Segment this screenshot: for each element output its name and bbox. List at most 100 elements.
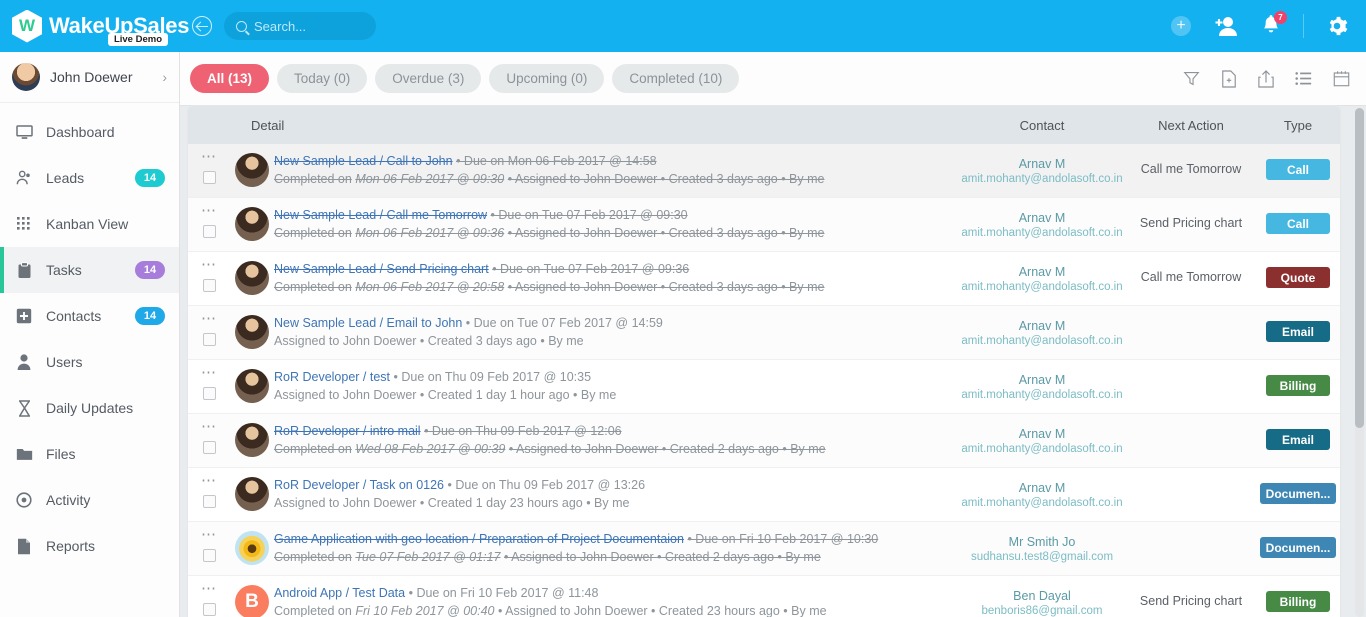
table-row[interactable]: ⋯ New Sample Lead / Call to John • Due o…: [188, 144, 1340, 198]
table-row[interactable]: ⋯ B Android App / Test Data • Due on Fri…: [188, 576, 1340, 617]
filter-funnel-icon[interactable]: [1183, 70, 1200, 87]
vertical-scrollbar[interactable]: [1355, 108, 1364, 617]
contact-email[interactable]: sudhansu.test8@gmail.com: [958, 550, 1126, 565]
contact-name[interactable]: Arnav M: [958, 372, 1126, 388]
task-title[interactable]: Android App / Test Data: [274, 586, 405, 600]
chevron-right-icon[interactable]: ›: [162, 69, 167, 85]
sidebar-item-reports[interactable]: Reports: [0, 523, 179, 569]
sidebar-item-dashboard[interactable]: Dashboard: [0, 109, 179, 155]
task-title[interactable]: RoR Developer / Task on 0126: [274, 478, 444, 492]
calendar-icon[interactable]: [1333, 70, 1350, 87]
type-badge[interactable]: Email: [1266, 429, 1330, 450]
row-checkbox[interactable]: [202, 549, 216, 562]
contact-cell[interactable]: Arnav M amit.mohanty@andolasoft.co.in: [958, 414, 1126, 467]
table-row[interactable]: ⋯ New Sample Lead / Email to John • Due …: [188, 306, 1340, 360]
table-row[interactable]: ⋯ RoR Developer / test • Due on Thu 09 F…: [188, 360, 1340, 414]
add-user-button[interactable]: [1213, 15, 1239, 37]
contact-email[interactable]: amit.mohanty@andolasoft.co.in: [958, 172, 1126, 187]
row-checkbox[interactable]: [202, 171, 216, 184]
type-badge[interactable]: Documen...: [1259, 483, 1337, 504]
sidebar-item-leads[interactable]: Leads 14: [0, 155, 179, 201]
row-menu-button[interactable]: ⋯: [201, 257, 217, 272]
add-document-icon[interactable]: [1221, 69, 1237, 88]
table-row[interactable]: ⋯ RoR Developer / intro mail • Due on Th…: [188, 414, 1340, 468]
share-upload-icon[interactable]: [1258, 69, 1274, 88]
contact-email[interactable]: benboris86@gmail.com: [958, 604, 1126, 617]
contact-email[interactable]: amit.mohanty@andolasoft.co.in: [958, 388, 1126, 403]
contact-email[interactable]: amit.mohanty@andolasoft.co.in: [958, 226, 1126, 241]
contact-cell[interactable]: Arnav M amit.mohanty@andolasoft.co.in: [958, 360, 1126, 413]
row-menu-button[interactable]: ⋯: [201, 419, 217, 434]
row-checkbox[interactable]: [202, 495, 216, 508]
type-badge[interactable]: Billing: [1266, 591, 1330, 612]
filter-chip-all[interactable]: All (13): [190, 64, 270, 93]
table-row[interactable]: ⋯ Game Application with geo location / P…: [188, 522, 1340, 576]
table-row[interactable]: ⋯ New Sample Lead / Call me Tomorrow • D…: [188, 198, 1340, 252]
contact-name[interactable]: Arnav M: [958, 264, 1126, 280]
filter-chip-today[interactable]: Today (0): [277, 64, 368, 93]
contact-cell[interactable]: Mr Smith Jo sudhansu.test8@gmail.com: [958, 522, 1126, 575]
row-menu-button[interactable]: ⋯: [201, 527, 217, 542]
notifications-button[interactable]: 7: [1261, 11, 1287, 37]
brand-logo-area[interactable]: WakeUpSales Live Demo: [0, 0, 189, 52]
contact-name[interactable]: Mr Smith Jo: [958, 534, 1126, 550]
contact-name[interactable]: Arnav M: [958, 156, 1126, 172]
sidebar-item-users[interactable]: Users: [0, 339, 179, 385]
task-title[interactable]: New Sample Lead / Email to John: [274, 316, 462, 330]
filter-chip-completed[interactable]: Completed (10): [612, 64, 740, 93]
sidebar-item-activity[interactable]: Activity: [0, 477, 179, 523]
row-checkbox[interactable]: [202, 333, 216, 346]
contact-cell[interactable]: Ben Dayal benboris86@gmail.com: [958, 576, 1126, 617]
row-checkbox[interactable]: [202, 279, 216, 292]
task-title[interactable]: New Sample Lead / Send Pricing chart: [274, 262, 489, 276]
collapse-sidebar-icon[interactable]: [192, 16, 212, 36]
task-title[interactable]: New Sample Lead / Call me Tomorrow: [274, 208, 487, 222]
contact-name[interactable]: Arnav M: [958, 480, 1126, 496]
contact-email[interactable]: amit.mohanty@andolasoft.co.in: [958, 334, 1126, 349]
sidebar-item-files[interactable]: Files: [0, 431, 179, 477]
contact-cell[interactable]: Arnav M amit.mohanty@andolasoft.co.in: [958, 306, 1126, 359]
contact-cell[interactable]: Arnav M amit.mohanty@andolasoft.co.in: [958, 468, 1126, 521]
contact-email[interactable]: amit.mohanty@andolasoft.co.in: [958, 280, 1126, 295]
task-title[interactable]: RoR Developer / test: [274, 370, 390, 384]
add-circle-button[interactable]: +: [1171, 16, 1191, 36]
row-checkbox[interactable]: [202, 603, 216, 616]
contact-email[interactable]: amit.mohanty@andolasoft.co.in: [958, 442, 1126, 457]
type-badge[interactable]: Quote: [1266, 267, 1330, 288]
type-badge[interactable]: Call: [1266, 213, 1330, 234]
row-checkbox[interactable]: [202, 225, 216, 238]
contact-cell[interactable]: Arnav M amit.mohanty@andolasoft.co.in: [958, 144, 1126, 197]
table-row[interactable]: ⋯ RoR Developer / Task on 0126 • Due on …: [188, 468, 1340, 522]
contact-name[interactable]: Arnav M: [958, 318, 1126, 334]
list-icon[interactable]: [1295, 71, 1312, 86]
sidebar-item-daily-updates[interactable]: Daily Updates: [0, 385, 179, 431]
sidebar-item-contacts[interactable]: Contacts 14: [0, 293, 179, 339]
sidebar-item-kanban-view[interactable]: Kanban View: [0, 201, 179, 247]
type-badge[interactable]: Call: [1266, 159, 1330, 180]
sidebar-item-tasks[interactable]: Tasks 14: [0, 247, 179, 293]
row-menu-button[interactable]: ⋯: [201, 203, 217, 218]
row-checkbox[interactable]: [202, 387, 216, 400]
contact-cell[interactable]: Arnav M amit.mohanty@andolasoft.co.in: [958, 252, 1126, 305]
row-menu-button[interactable]: ⋯: [201, 473, 217, 488]
contact-name[interactable]: Arnav M: [958, 426, 1126, 442]
task-title[interactable]: RoR Developer / intro mail: [274, 424, 421, 438]
row-checkbox[interactable]: [202, 441, 216, 454]
search-input[interactable]: Search...: [224, 12, 376, 40]
contact-cell[interactable]: Arnav M amit.mohanty@andolasoft.co.in: [958, 198, 1126, 251]
contact-name[interactable]: Ben Dayal: [958, 588, 1126, 604]
contact-email[interactable]: amit.mohanty@andolasoft.co.in: [958, 496, 1126, 511]
row-menu-button[interactable]: ⋯: [201, 365, 217, 380]
table-row[interactable]: ⋯ New Sample Lead / Send Pricing chart •…: [188, 252, 1340, 306]
type-badge[interactable]: Documen...: [1259, 537, 1337, 558]
settings-button[interactable]: [1326, 15, 1348, 37]
task-title[interactable]: New Sample Lead / Call to John: [274, 154, 453, 168]
filter-chip-upcoming[interactable]: Upcoming (0): [489, 64, 605, 93]
scrollbar-thumb[interactable]: [1355, 108, 1364, 428]
user-profile[interactable]: John Doewer ›: [0, 52, 179, 103]
row-menu-button[interactable]: ⋯: [201, 149, 217, 164]
contact-name[interactable]: Arnav M: [958, 210, 1126, 226]
row-menu-button[interactable]: ⋯: [201, 581, 217, 596]
filter-chip-overdue[interactable]: Overdue (3): [375, 64, 482, 93]
task-title[interactable]: Game Application with geo location / Pre…: [274, 532, 684, 546]
